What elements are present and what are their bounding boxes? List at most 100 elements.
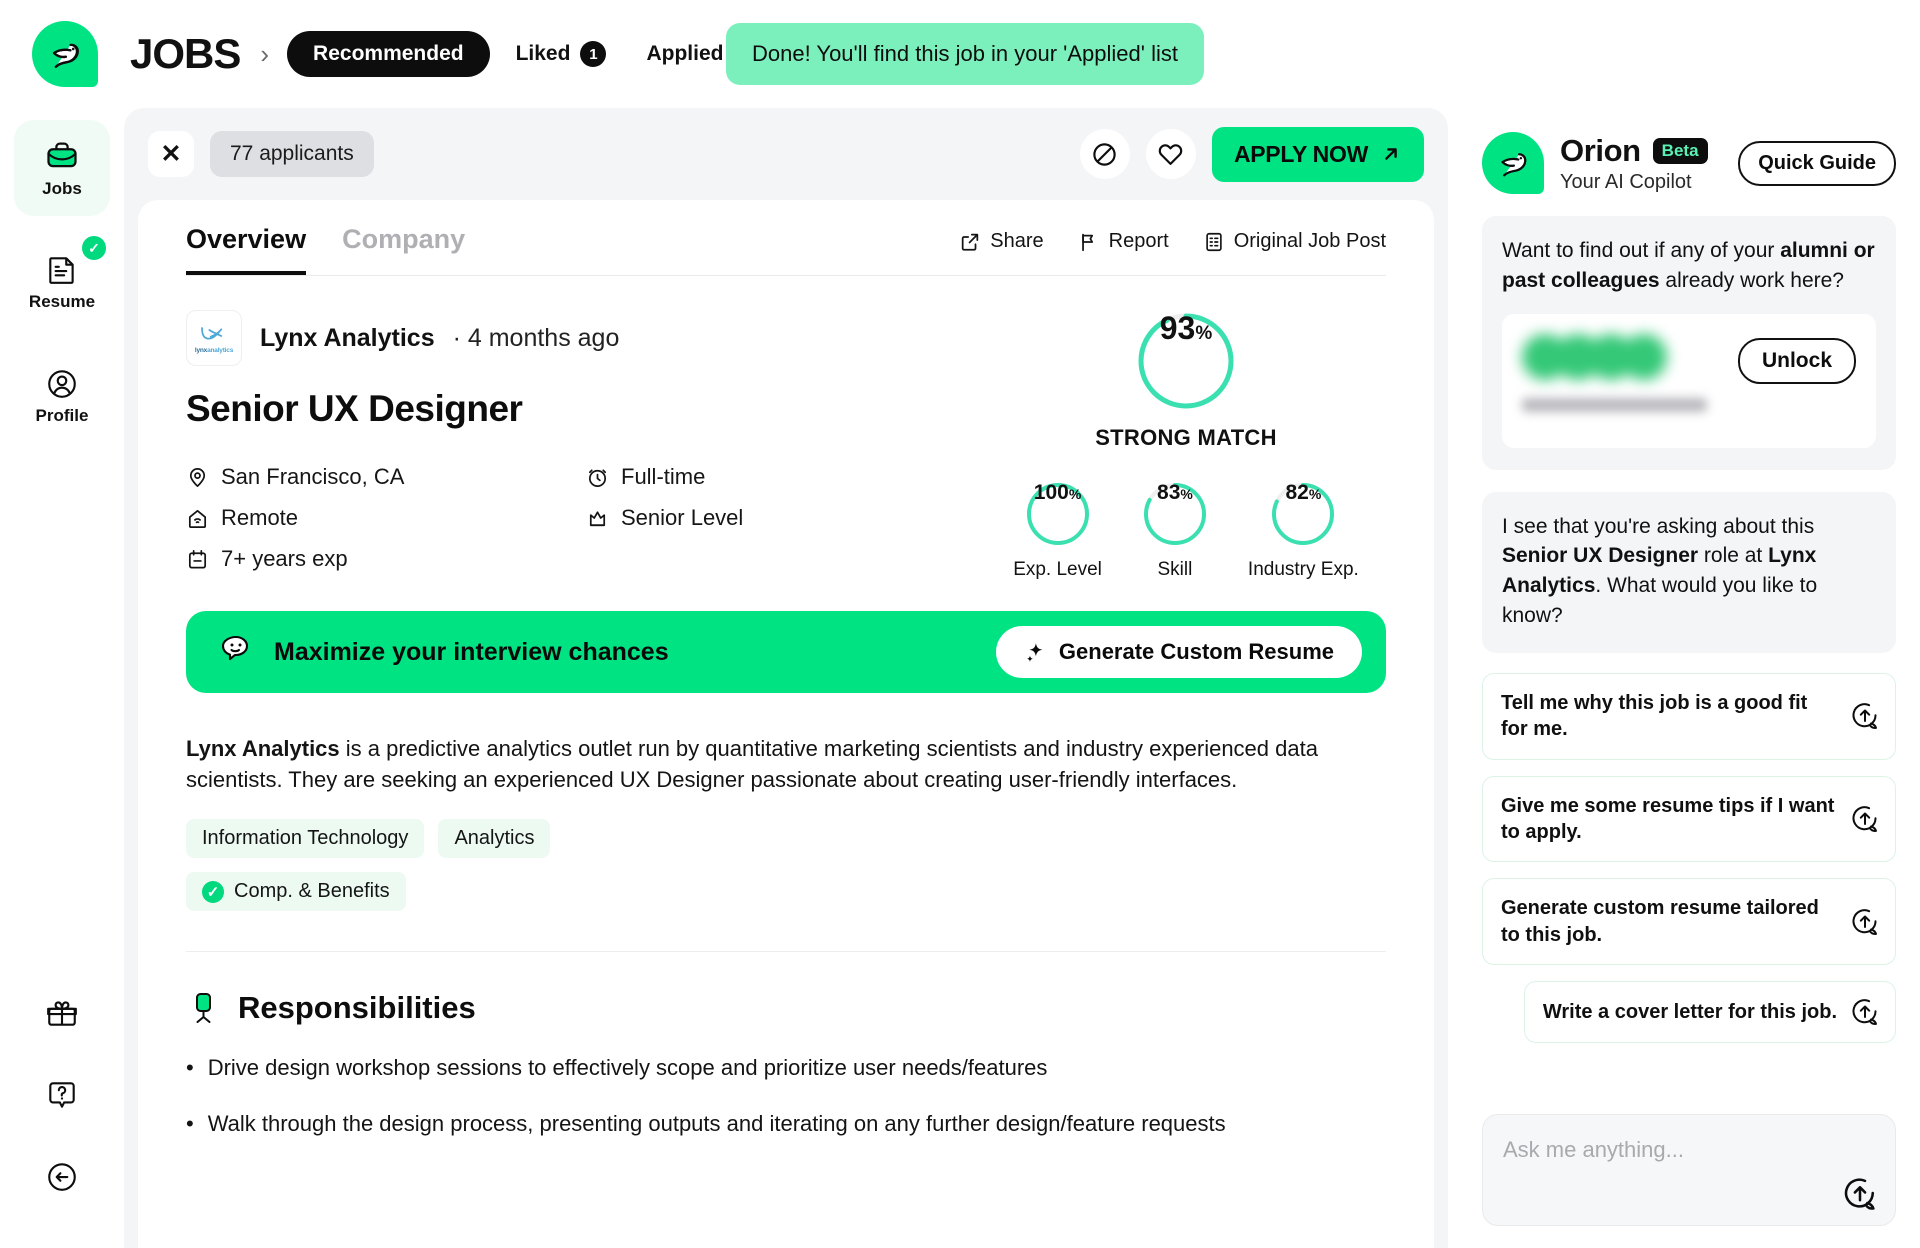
send-chat-icon	[1844, 1178, 1875, 1210]
assistant-message-alumni: Want to find out if any of your alumni o…	[1482, 216, 1896, 470]
responsibilities-header: Responsibilities	[186, 990, 1386, 1026]
alumni-message-part2: already work here?	[1659, 268, 1844, 292]
assistant-message-job-context: I see that you're asking about this Seni…	[1482, 491, 1896, 653]
responsibility-text: Drive design workshop sessions to effect…	[207, 1055, 1048, 1081]
fact-seniority-text: Senior Level	[621, 505, 744, 530]
generate-custom-resume-button[interactable]: Generate Custom Resume	[995, 626, 1362, 678]
help-icon[interactable]	[29, 1062, 95, 1128]
send-chat-icon	[1852, 909, 1877, 935]
chat-input-placeholder: Ask me anything...	[1503, 1137, 1684, 1162]
sidebar-item-profile-label: Profile	[35, 405, 89, 425]
like-job-button[interactable]	[1145, 129, 1196, 179]
send-chat-icon	[1852, 999, 1877, 1026]
app-root: JOBS › Recommended Liked 1 Applied Done!…	[0, 0, 1920, 1248]
original-job-post-button[interactable]: Original Job Post	[1203, 230, 1386, 253]
blurred-contacts-label	[1522, 397, 1707, 412]
tab-liked[interactable]: Liked 1	[502, 30, 621, 78]
sub-scores: 100% Exp. Level 83 % Skill 82 % Industry…	[1013, 481, 1359, 581]
blurred-contacts-preview	[1522, 333, 1728, 412]
list-item: • Walk through the design process, prese…	[186, 1108, 1386, 1139]
send-message-button[interactable]	[1843, 1177, 1877, 1211]
company-row: lynxanalytics Lynx Analytics · 4 months …	[186, 310, 986, 366]
industry-exp-ring: 82%	[1270, 481, 1336, 547]
resume-complete-badge: ✓	[82, 236, 106, 260]
apply-now-button[interactable]: APPLY NOW	[1211, 126, 1424, 182]
fact-remote-text: Remote	[221, 505, 299, 530]
report-label: Report	[1108, 230, 1169, 252]
clock-icon	[588, 468, 607, 487]
fact-employment-type: Full-time	[586, 464, 743, 490]
overall-match-value: 93%	[1135, 310, 1237, 412]
beta-badge: Beta	[1652, 137, 1708, 164]
tab-applied[interactable]: Applied	[632, 31, 737, 77]
promo-banner: Maximize your interview chances Generate…	[186, 611, 1386, 693]
fact-seniority: Senior Level	[586, 505, 743, 531]
suggestion-cover-letter[interactable]: Write a cover letter for this job.	[1523, 981, 1896, 1044]
list-item: • Drive design workshop sessions to effe…	[186, 1052, 1386, 1083]
industry-exp-label: Industry Exp.	[1247, 559, 1359, 580]
tag-comp-benefits[interactable]: ✓ Comp. & Benefits	[186, 872, 406, 912]
sidebar-item-jobs[interactable]: Jobs	[14, 120, 110, 216]
sidebar-item-resume[interactable]: ✓ Resume	[14, 234, 110, 330]
not-interested-button[interactable]	[1079, 129, 1130, 179]
section-divider	[186, 951, 1386, 953]
remote-home-icon	[188, 509, 207, 528]
tab-liked-count: 1	[580, 41, 607, 67]
job-title: Senior UX Designer	[186, 388, 523, 429]
original-job-post-label: Original Job Post	[1233, 230, 1386, 252]
bird-logo-icon[interactable]	[32, 21, 98, 87]
office-chair-icon	[196, 993, 211, 1024]
tab-recommended[interactable]: Recommended	[287, 31, 490, 77]
share-button[interactable]: Share	[959, 230, 1044, 253]
user-circle-icon	[48, 369, 76, 398]
industry-exp-symbol: %	[1308, 486, 1322, 502]
calendar-icon	[188, 549, 207, 569]
applicants-count: 77 applicants	[210, 131, 374, 177]
overall-match-symbol: %	[1195, 323, 1213, 344]
assistant-avatar	[1482, 132, 1544, 194]
fact-experience-text: 7+ years exp	[221, 546, 348, 571]
tag-information-technology[interactable]: Information Technology	[186, 819, 425, 859]
gift-icon[interactable]	[29, 980, 95, 1046]
main-body: Jobs ✓ Resume Profile ✕ 77 applicants AP…	[0, 108, 1920, 1248]
job-tags: Information Technology Analytics	[186, 819, 1386, 859]
suggestion-chips: Tell me why this job is a good fit for m…	[1482, 672, 1896, 1044]
sidebar-item-resume-label: Resume	[28, 291, 96, 311]
lynx-mark-icon	[201, 326, 223, 340]
tab-company[interactable]: Company	[342, 224, 465, 275]
tag-analytics[interactable]: Analytics	[438, 819, 551, 859]
job-card-tabs: Overview Company Share Report Original J…	[186, 200, 1386, 275]
suggestion-resume-tips[interactable]: Give me some resume tips if I want to ap…	[1482, 775, 1896, 863]
suggestion-custom-resume[interactable]: Generate custom resume tailored to this …	[1482, 878, 1896, 966]
block-icon	[1093, 142, 1117, 166]
exp-level-value: 100%	[1025, 481, 1091, 547]
assistant-chat-scroll[interactable]: Want to find out if any of your alumni o…	[1482, 194, 1896, 1094]
report-button[interactable]: Report	[1078, 230, 1169, 253]
skill-number: 83	[1157, 481, 1181, 504]
job-facts-column-1: San Francisco, CA Remote 7+ years exp	[186, 464, 586, 572]
alumni-message-part1: Want to find out if any of your	[1502, 239, 1781, 262]
overall-match-number: 93	[1159, 310, 1196, 346]
breadcrumb-chevron-icon: ›	[260, 38, 270, 69]
alumni-unlock-card: Unlock	[1502, 313, 1876, 448]
skill-label: Skill	[1157, 559, 1193, 580]
job-description-company: Lynx Analytics	[186, 736, 340, 761]
unlock-button[interactable]: Unlock	[1737, 337, 1856, 384]
sub-score-industry-exp: 82% Industry Exp.	[1248, 481, 1359, 581]
assistant-composer[interactable]: Ask me anything...	[1482, 1114, 1896, 1226]
sparkle-icon	[1026, 643, 1043, 662]
tab-overview[interactable]: Overview	[186, 224, 307, 275]
page-title: JOBS	[130, 30, 241, 77]
suggestion-good-fit[interactable]: Tell me why this job is a good fit for m…	[1482, 672, 1896, 760]
responsibility-text: Walk through the design process, present…	[207, 1110, 1226, 1136]
collapse-sidebar-icon[interactable]	[29, 1144, 95, 1210]
company-name[interactable]: Lynx Analytics	[260, 324, 435, 353]
suggestion-good-fit-label: Tell me why this job is a good fit for m…	[1501, 691, 1808, 741]
job-card-tools: Share Report Original Job Post	[959, 230, 1386, 269]
quick-guide-button[interactable]: Quick Guide	[1738, 140, 1896, 186]
sidebar-item-profile[interactable]: Profile	[14, 348, 110, 444]
assistant-subtitle: Your AI Copilot	[1560, 170, 1692, 193]
skill-symbol: %	[1180, 486, 1193, 502]
exp-level-label: Exp. Level	[1013, 559, 1102, 580]
close-job-button[interactable]: ✕	[148, 131, 194, 177]
